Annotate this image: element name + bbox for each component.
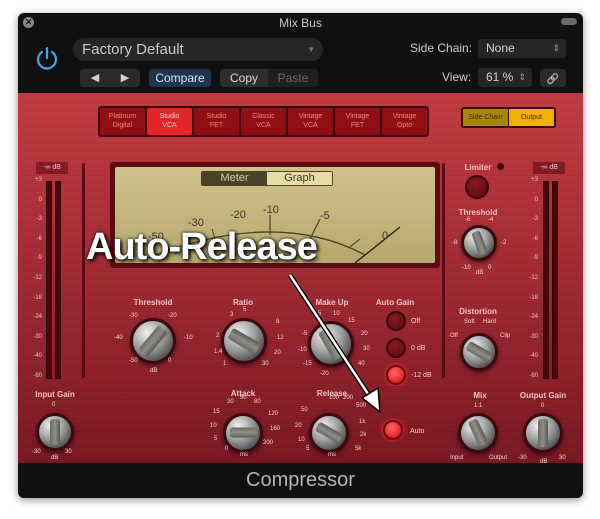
annotation-arrow — [287, 273, 381, 414]
